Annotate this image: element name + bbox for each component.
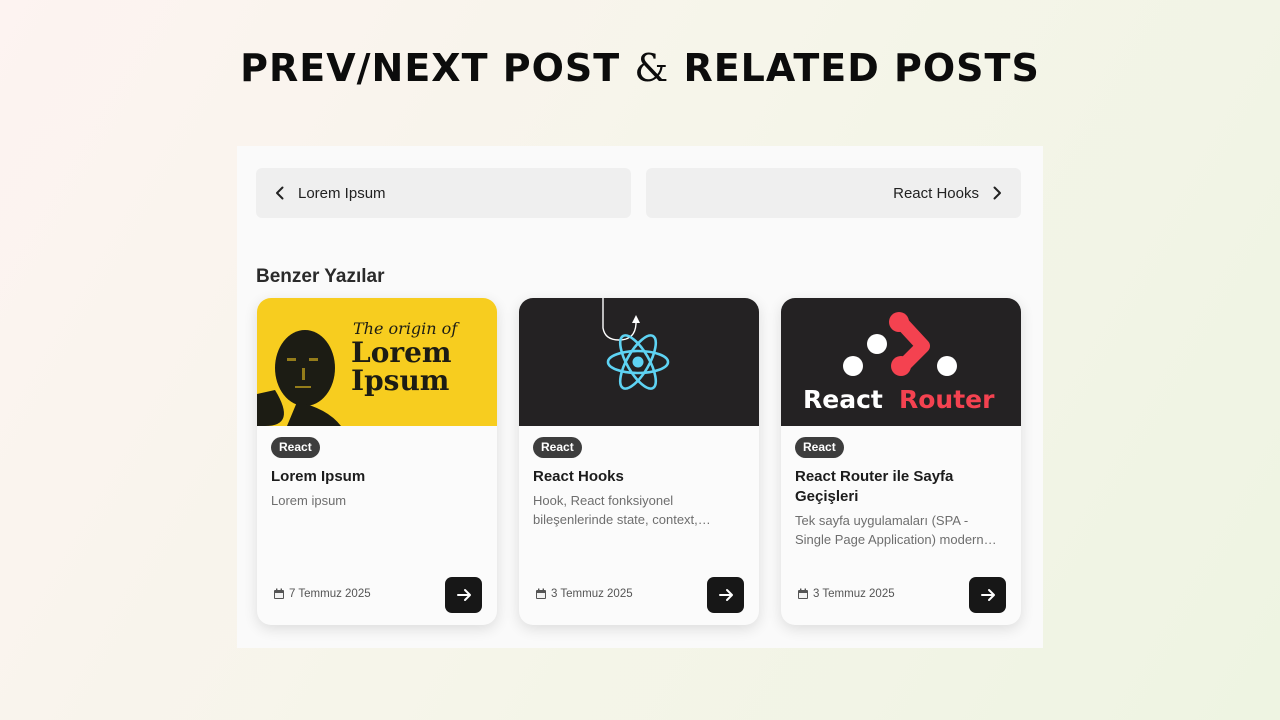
arrow-right-icon xyxy=(980,589,995,601)
calendar-icon xyxy=(536,588,546,599)
prev-post-label: Lorem Ipsum xyxy=(298,184,386,202)
category-badge: React xyxy=(271,437,320,458)
card-excerpt: Tek sayfa uygulamaları (SPA - Single Pag… xyxy=(795,513,984,547)
card-excerpt: Hook, React fonksiyonel bileşenlerinde s… xyxy=(533,493,698,527)
post-date: 3 Temmuz 2025 xyxy=(797,588,895,600)
next-post-button[interactable]: React Hooks xyxy=(646,168,1021,218)
card-title[interactable]: React Router ile Sayfa Geçişleri xyxy=(795,467,1007,507)
chevron-right-icon xyxy=(989,185,1005,201)
thumbnail-caption-line-3: Ipsum xyxy=(351,364,449,397)
prev-post-button[interactable]: Lorem Ipsum xyxy=(256,168,631,218)
related-posts-title: Benzer Yazılar xyxy=(256,266,385,287)
thumbnail-word-react: React xyxy=(803,385,883,414)
card-title[interactable]: Lorem Ipsum xyxy=(271,467,483,487)
post-date-text: 7 Temmuz 2025 xyxy=(289,588,371,600)
post-thumbnail-image: The origin of Lorem Ipsum xyxy=(257,298,497,426)
related-post-card[interactable]: React Router React React Router ile Sayf… xyxy=(781,298,1021,625)
category-badge: React xyxy=(795,437,844,458)
related-post-card[interactable]: The origin of Lorem Ipsum React Lorem Ip… xyxy=(257,298,497,625)
card-title[interactable]: React Hooks xyxy=(533,467,745,487)
headline-part-2: RELATED POSTS xyxy=(669,46,1040,90)
post-thumbnail-image xyxy=(519,298,759,426)
blog-post-footer-panel: Lorem Ipsum React Hooks Benzer Yazılar T… xyxy=(237,146,1043,648)
thumbnail-word-router: Router xyxy=(899,385,995,414)
related-post-card[interactable]: React React Hooks Hook, React fonksiyone… xyxy=(519,298,759,625)
chevron-left-icon xyxy=(272,185,288,201)
arrow-right-icon xyxy=(718,589,733,601)
calendar-icon xyxy=(274,588,284,599)
card-excerpt: Lorem ipsum xyxy=(271,493,347,508)
read-more-button[interactable] xyxy=(969,577,1006,613)
next-post-label: React Hooks xyxy=(893,184,979,202)
post-date-text: 3 Temmuz 2025 xyxy=(813,588,895,600)
page-headline: PREV/NEXT POST & RELATED POSTS xyxy=(0,46,1280,90)
arrow-right-icon xyxy=(456,589,471,601)
headline-ampersand: & xyxy=(634,46,670,90)
category-badge: React xyxy=(533,437,582,458)
post-date: 7 Temmuz 2025 xyxy=(273,588,371,600)
post-date-text: 3 Temmuz 2025 xyxy=(551,588,633,600)
post-date: 3 Temmuz 2025 xyxy=(535,588,633,600)
headline-part-1: PREV/NEXT POST xyxy=(240,46,635,90)
read-more-button[interactable] xyxy=(445,577,482,613)
post-thumbnail-image: React Router xyxy=(781,298,1021,426)
read-more-button[interactable] xyxy=(707,577,744,613)
calendar-icon xyxy=(798,588,808,599)
